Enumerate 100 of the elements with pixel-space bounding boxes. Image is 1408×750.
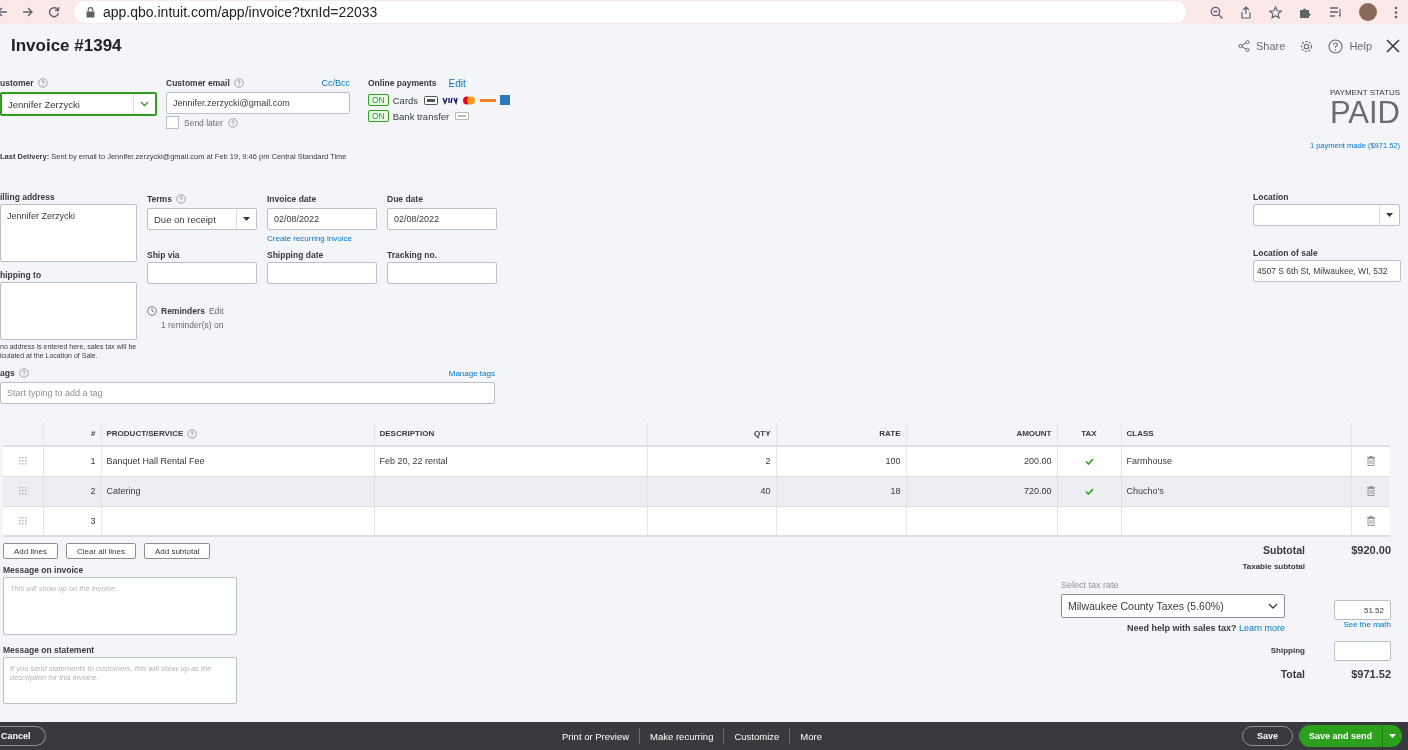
field-label: illing address <box>0 192 56 202</box>
reload-icon[interactable] <box>48 6 60 18</box>
caret-icon <box>1389 734 1396 738</box>
cc-bcc-link[interactable]: Cc/Bcc <box>321 78 350 88</box>
tax-help-text: Need help with sales tax? Learn more <box>1126 623 1285 633</box>
table-action-button[interactable]: Clear all lines <box>65 543 136 559</box>
zoom-icon[interactable] <box>1210 5 1223 19</box>
location-of-sale-field[interactable]: 4507 S 6th St, Milwaukee, WI, 532 <box>1253 260 1401 282</box>
see-math-link[interactable]: See the math <box>1343 620 1391 629</box>
table-cell: Feb 20, 22 rental <box>379 456 448 467</box>
edit-link[interactable]: Edit <box>448 77 466 89</box>
kebab-menu-icon[interactable] <box>1394 5 1398 19</box>
table-cell: 200.00 <box>1023 456 1052 467</box>
field-label: Shipping date <box>267 250 325 260</box>
tax-amount-field[interactable]: 51.52 <box>1334 600 1391 620</box>
url-text: app.qbo.intuit.com/app/invoice?txnId=22033 <box>103 4 378 20</box>
help-button[interactable]: Help <box>1328 38 1372 54</box>
field-label: Location <box>1253 192 1290 202</box>
tags-field[interactable]: Start typing to add a tag <box>0 382 495 404</box>
help-icon[interactable] <box>175 194 186 204</box>
forward-icon[interactable] <box>22 6 34 18</box>
payment-method-label: Cards <box>392 94 419 106</box>
dropdown-button[interactable] <box>1382 725 1402 747</box>
star-icon[interactable] <box>1269 5 1282 19</box>
table-cell: 720.00 <box>1023 486 1052 496</box>
total-label: Total <box>1280 668 1305 680</box>
field-label: Terms <box>147 194 172 204</box>
field-label: hipping to <box>0 270 43 280</box>
drag-handle-icon[interactable] <box>18 487 27 495</box>
share-icon <box>1238 40 1250 52</box>
learn-more-link[interactable]: Learn more <box>1238 623 1285 633</box>
send-later-label: Send later <box>184 117 223 128</box>
text-field[interactable] <box>147 262 257 284</box>
help-icon[interactable] <box>37 78 48 88</box>
share-page-icon[interactable] <box>1240 5 1252 19</box>
table-action-button[interactable]: Add lines <box>3 543 58 559</box>
trash-icon[interactable] <box>1366 486 1375 496</box>
tax-rate-dropdown[interactable]: Milwaukee County Taxes (5.60%) <box>1061 594 1285 618</box>
location-dropdown[interactable] <box>1253 204 1400 226</box>
column-header: TAX <box>1081 429 1097 439</box>
help-icon[interactable] <box>227 117 238 128</box>
manage-tags-link[interactable]: Manage tags <box>448 368 495 378</box>
subtotal-label: Subtotal <box>1263 544 1305 556</box>
field-label: Customer email <box>166 78 230 88</box>
close-icon[interactable] <box>1386 39 1400 53</box>
column-header: RATE <box>879 429 901 439</box>
table-cell: Banquet Hall Rental Fee <box>106 456 205 467</box>
trash-icon[interactable] <box>1366 515 1375 526</box>
lock-icon <box>86 6 95 18</box>
field-label: ags <box>0 368 15 378</box>
list-icon[interactable] <box>1329 6 1342 18</box>
address-bar[interactable]: app.qbo.intuit.com/app/invoice?txnId=22033 <box>74 1 1186 23</box>
footer-action-button[interactable]: Make recurring <box>639 728 724 744</box>
table-row[interactable]: 2 Catering 40 18 720.00 Chucho's <box>3 476 1390 506</box>
date-field[interactable]: 02/08/2022 <box>387 208 497 230</box>
avatar[interactable] <box>1359 3 1377 21</box>
trash-icon[interactable] <box>1366 456 1375 467</box>
help-icon[interactable] <box>18 368 29 378</box>
column-header: AMOUNT <box>1016 429 1052 439</box>
help-icon <box>1328 38 1344 54</box>
field-label: Tracking no. <box>387 250 439 260</box>
table-row[interactable]: 1 Banquet Hall Rental Fee Feb 20, 22 rental 2 100 200.00 Farmhouse <box>3 446 1390 476</box>
field-label: Due date <box>387 194 423 204</box>
help-icon[interactable] <box>187 428 198 439</box>
drag-handle-icon[interactable] <box>18 457 27 466</box>
footer-action-button[interactable]: More <box>789 728 832 744</box>
drag-handle-icon[interactable] <box>18 516 27 525</box>
settings-icon[interactable] <box>1299 38 1315 54</box>
footer-action-button[interactable]: Print or Preview <box>552 728 640 744</box>
customer-dropdown[interactable]: Jennifer Zerzycki <box>0 92 157 116</box>
share-button[interactable]: Share <box>1238 40 1286 52</box>
email-field[interactable]: Jennifer.zerzycki@gmail.com <box>166 92 350 114</box>
footer-action-button[interactable]: Customize <box>723 728 790 744</box>
date-field[interactable]: 02/08/2022 <box>267 208 377 230</box>
text-field[interactable] <box>387 262 497 284</box>
edit-link[interactable]: Edit <box>208 306 224 316</box>
taxable-subtotal-label: Taxable subtotal <box>1242 561 1305 571</box>
field-label: Message on invoice <box>3 565 85 575</box>
terms-dropdown[interactable]: Due on receipt <box>147 208 257 230</box>
field-label: Location of sale <box>1253 248 1319 258</box>
column-header: QTY <box>754 429 771 439</box>
help-icon[interactable] <box>233 78 244 88</box>
table-cell: 100 <box>885 456 901 467</box>
table-row[interactable]: 3 <box>3 506 1390 536</box>
shipping-field[interactable] <box>1334 641 1391 661</box>
table-action-button[interactable]: Add subtotal <box>143 543 211 559</box>
table-cell: Chucho's <box>1126 486 1164 496</box>
table-cell: Catering <box>106 486 141 496</box>
reminders-label: Reminders <box>161 306 205 316</box>
text-field[interactable] <box>267 262 377 284</box>
field-label: Message on statement <box>3 645 96 655</box>
recurring-link[interactable]: Create recurring invoice <box>267 234 377 243</box>
checkbox[interactable] <box>166 116 179 129</box>
billing-address-field[interactable]: Jennifer Zerzycki <box>0 204 137 262</box>
shipping-address-field[interactable] <box>0 282 137 340</box>
field-label: ustomer <box>0 78 34 88</box>
field-label: Online payments <box>368 78 437 88</box>
bank-logo-icon <box>455 112 470 120</box>
table-cell: 2 <box>765 456 771 467</box>
field-label: Ship via <box>147 250 181 260</box>
